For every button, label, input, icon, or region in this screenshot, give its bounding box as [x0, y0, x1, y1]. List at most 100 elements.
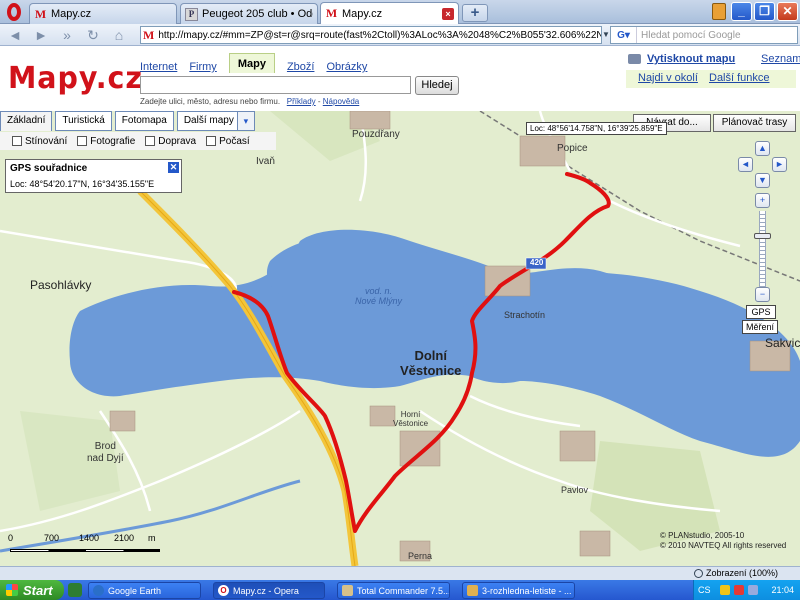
layer-doprava[interactable]: Doprava [145, 136, 196, 147]
pan-left-icon[interactable]: ◄ [738, 157, 753, 172]
task-google-earth[interactable]: Google Earth [88, 582, 201, 599]
printer-icon [628, 54, 641, 64]
windows-logo-icon [6, 584, 18, 596]
map-area[interactable]: Pouzdřany Popice Ivaň Pasohlávky vod. n.… [0, 111, 800, 566]
google-search-input[interactable]: G▾ Hledat pomocí Google [610, 26, 798, 44]
zoom-out-icon[interactable]: − [755, 287, 770, 302]
clock: 21:04 [771, 585, 794, 595]
nav-obrazky[interactable]: Obrázky [326, 56, 367, 73]
label-pavlov: Pavlov [561, 485, 589, 495]
tab-peugeot[interactable]: P Peugeot 205 club • Odes… [180, 3, 318, 24]
zoom-in-icon[interactable]: + [755, 193, 770, 208]
help-link[interactable]: Nápověda [323, 97, 359, 106]
windows-taskbar: Start Google Earth O Mapy.cz - Opera Tot… [0, 580, 800, 600]
search-input[interactable] [140, 76, 411, 94]
label-reservoir: vod. n. Nové Mlýny [355, 286, 403, 306]
search-row: Hledej [140, 76, 459, 95]
road-shield-420: 420 [530, 258, 544, 267]
checkbox[interactable] [77, 136, 88, 146]
site-header: Mapy.cz Internet Firmy Mapy Zboží Obrázk… [0, 47, 800, 111]
image-icon [467, 585, 478, 596]
peugeot-icon: P [185, 7, 198, 21]
tab-fotomapa[interactable]: Fotomapa [114, 111, 174, 131]
google-earth-icon [93, 585, 104, 596]
new-tab-button[interactable]: + [462, 4, 488, 22]
zoom-icon[interactable] [694, 569, 703, 578]
task-total-commander[interactable]: Total Commander 7.5... [337, 582, 450, 599]
total-commander-icon [342, 585, 353, 596]
nav-mapy[interactable]: Mapy [228, 53, 275, 73]
label-pasohlavky: Pasohlávky [30, 278, 92, 292]
opera-menu-icon[interactable] [3, 2, 25, 22]
pan-up-icon[interactable]: ▲ [755, 141, 770, 156]
quicklaunch-icon[interactable] [68, 583, 82, 597]
forward-arrow-icon[interactable]: ► [30, 26, 52, 44]
cursor-location-tooltip: Loc: 48°56'14.758"N, 16°39'25.859"E [526, 122, 667, 135]
maximize-button[interactable]: ❐ [754, 2, 775, 21]
nav-firmy[interactable]: Firmy [189, 56, 217, 73]
chevron-down-icon: ▾ [236, 112, 254, 130]
label-popice: Popice [557, 143, 588, 154]
volume-icon[interactable] [748, 585, 758, 595]
search-button[interactable]: Hledej [415, 76, 459, 95]
tab-dalsi-mapy[interactable]: Další mapy ▾ [176, 111, 255, 131]
tab-turisticka[interactable]: Turistická [55, 111, 112, 131]
seznam-link[interactable]: Seznam [761, 53, 800, 65]
tab-mapy-active[interactable]: M Mapy.cz × [320, 2, 459, 24]
layer-stinovani[interactable]: Stínování [12, 136, 67, 147]
scale-tick-1400: 1400 [79, 533, 100, 543]
label-ivan: Ivaň [256, 156, 275, 167]
layer-options: Stínování Fotografie Doprava Počasí [0, 132, 276, 150]
more-functions-link[interactable]: Další funkce [709, 72, 770, 84]
service-nav: Internet Firmy Mapy Zboží Obrázky [140, 53, 379, 73]
zoom-level[interactable]: Zobrazení (100%) [706, 568, 778, 578]
label-strachotin: Strachotín [504, 310, 546, 320]
tab-mapy-1[interactable]: M Mapy.cz [29, 3, 177, 24]
map-copyright: © PLANstudio, 2005-10 © 2010 NAVTEQ All … [660, 531, 787, 550]
home-icon[interactable]: ⌂ [108, 26, 130, 44]
scale-bar [10, 549, 160, 552]
task-rozhledna[interactable]: 3-rozhledna-letiste - ... [462, 582, 575, 599]
layer-fotografie[interactable]: Fotografie [77, 136, 135, 147]
nav-internet[interactable]: Internet [140, 56, 177, 73]
measure-button[interactable]: Měření [742, 320, 778, 334]
print-map-link[interactable]: Vytisknout mapu [628, 53, 735, 65]
tab-zakladni[interactable]: Základní [0, 111, 53, 131]
pan-down-icon[interactable]: ▼ [755, 173, 770, 188]
gps-button[interactable]: GPS [746, 305, 776, 319]
route-planner-button[interactable]: Plánovač trasy [713, 114, 796, 132]
mapy-logo[interactable]: Mapy.cz [8, 61, 143, 96]
tray-icon[interactable] [734, 585, 744, 595]
checkbox[interactable] [145, 136, 156, 146]
close-window-button[interactable]: ✕ [777, 2, 798, 21]
tray-icon[interactable] [720, 585, 730, 595]
minimize-button[interactable]: _ [731, 2, 752, 21]
reload-icon[interactable]: ↻ [82, 26, 104, 44]
checkbox[interactable] [206, 136, 217, 146]
mapy-icon: M [34, 6, 47, 21]
start-button[interactable]: Start [0, 580, 64, 600]
task-opera[interactable]: O Mapy.cz - Opera [213, 582, 325, 599]
mapy-icon: M [143, 27, 155, 42]
find-nearby-link[interactable]: Najdi v okolí [638, 72, 698, 84]
address-field[interactable]: M http://mapy.cz/#mm=ZP@st=r@srq=route(f… [140, 26, 602, 44]
trash-icon[interactable] [712, 3, 726, 20]
layer-pocasi[interactable]: Počasí [206, 136, 250, 147]
close-icon[interactable]: ✕ [168, 162, 179, 173]
close-tab-icon[interactable]: × [442, 7, 454, 20]
checkbox[interactable] [12, 136, 22, 146]
fast-forward-icon[interactable]: » [56, 26, 78, 44]
examples-link[interactable]: Příklady [287, 97, 316, 106]
language-indicator[interactable]: CS [698, 585, 711, 595]
nav-zbozi[interactable]: Zboží [287, 56, 315, 73]
map-type-tabs: Základní Turistická Fotomapa Další mapy … [0, 111, 255, 131]
browser-status-bar: Zobrazení (100%) [0, 566, 800, 580]
zoom-slider-handle[interactable] [754, 233, 771, 239]
chevron-down-icon[interactable]: ▼ [602, 26, 610, 44]
back-arrow-icon[interactable]: ◄ [4, 26, 26, 44]
gps-coordinates-panel: GPS souřadnice ✕ Loc: 48°54'20.17"N, 16°… [5, 159, 182, 193]
gps-panel-loc: Loc: 48°54'20.17"N, 16°34'35.155"E [10, 179, 155, 189]
pan-right-icon[interactable]: ► [772, 157, 787, 172]
zoom-slider[interactable] [759, 211, 766, 291]
map-scale: 0 700 1400 2100 m [8, 531, 164, 556]
